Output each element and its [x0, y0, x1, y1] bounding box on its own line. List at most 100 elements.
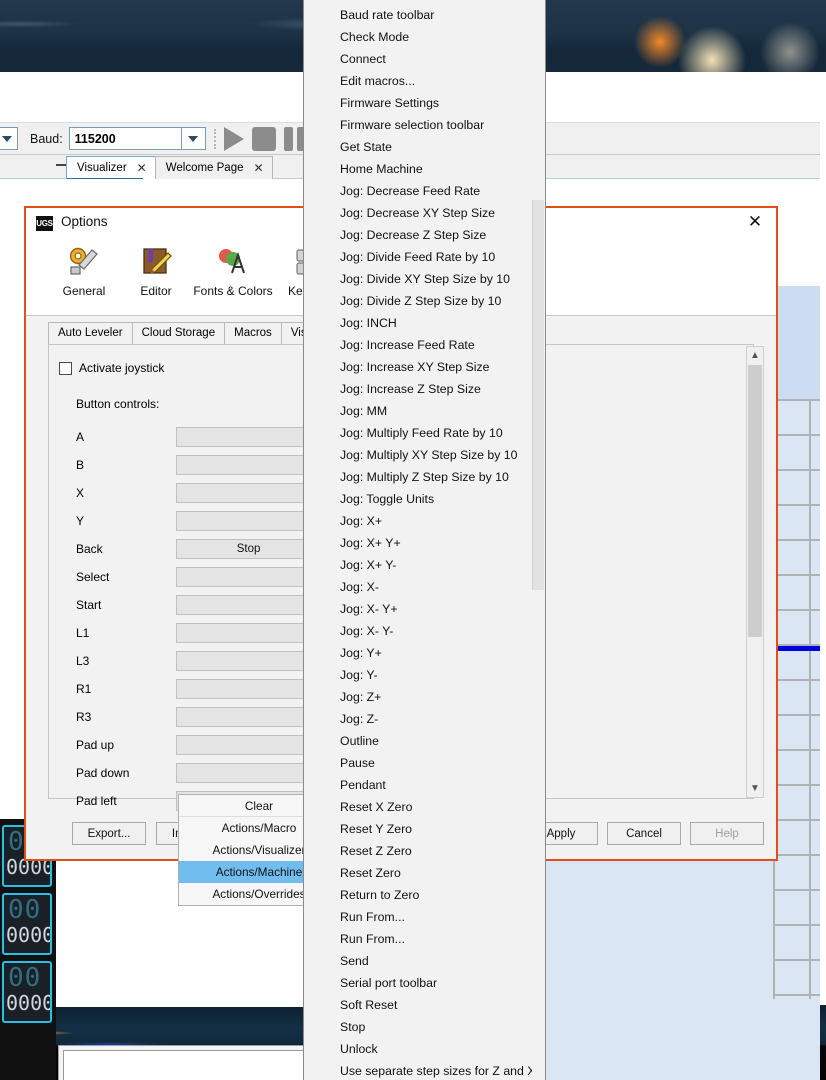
menu-item[interactable]: Jog: X- Y+ [304, 598, 545, 620]
port-select[interactable] [0, 127, 18, 150]
baud-dropdown-button[interactable] [182, 127, 206, 150]
control-binding[interactable] [176, 427, 321, 447]
menu-item[interactable]: Stop [304, 1016, 545, 1038]
actions-machine-menu[interactable]: Baud rate toolbarCheck ModeConnectEdit m… [303, 0, 546, 1080]
menu-item[interactable]: Pause [304, 752, 545, 774]
menu-item[interactable]: Jog: Divide XY Step Size by 10 [304, 268, 545, 290]
menu-item[interactable]: Use separate step sizes for Z and XY [304, 1060, 545, 1080]
control-binding[interactable] [176, 623, 321, 643]
menu-item[interactable]: Jog: Z+ [304, 686, 545, 708]
menu-item[interactable]: Run From... [304, 928, 545, 950]
menu-item[interactable]: Jog: Multiply XY Step Size by 10 [304, 444, 545, 466]
menu-item[interactable]: Jog: Z- [304, 708, 545, 730]
tab-welcome-page[interactable]: Welcome Page ✕ [155, 156, 273, 179]
menu-item[interactable]: Jog: Toggle Units [304, 488, 545, 510]
menu-item[interactable]: Jog: Decrease Z Step Size [304, 224, 545, 246]
category-fonts-colors[interactable]: Fonts & Colors [192, 238, 274, 298]
menu-item[interactable]: Reset X Zero [304, 796, 545, 818]
menu-item[interactable]: Connect [304, 48, 545, 70]
chevron-up-icon[interactable]: ▲ [747, 347, 763, 364]
activate-joystick-row[interactable]: Activate joystick [59, 361, 164, 375]
tab-visualizer[interactable]: Visualizer ✕ [66, 156, 156, 179]
menu-item[interactable]: Check Mode [304, 26, 545, 48]
menu-item[interactable]: Edit macros... [304, 70, 545, 92]
category-label: General [48, 284, 120, 298]
panel-scrollbar[interactable]: ▲ ▼ [746, 346, 764, 798]
stop-icon[interactable] [252, 127, 276, 151]
menu-item[interactable]: Jog: Y+ [304, 642, 545, 664]
control-binding[interactable]: Stop [176, 539, 321, 559]
close-icon[interactable]: ✕ [137, 161, 147, 175]
menu-item[interactable]: Jog: Multiply Feed Rate by 10 [304, 422, 545, 444]
category-editor[interactable]: Editor [120, 238, 192, 298]
control-name: Pad left [76, 794, 176, 808]
menu-item[interactable]: Jog: Increase XY Step Size [304, 356, 545, 378]
menu-item[interactable]: Jog: Multiply Z Step Size by 10 [304, 466, 545, 488]
control-binding[interactable] [176, 679, 321, 699]
menu-item[interactable]: Jog: X+ [304, 510, 545, 532]
tab-cloud-storage[interactable]: Cloud Storage [132, 322, 226, 344]
menu-item[interactable]: Jog: Decrease Feed Rate [304, 180, 545, 202]
control-name: X [76, 486, 176, 500]
menu-item[interactable]: Unlock [304, 1038, 545, 1060]
control-binding[interactable] [176, 455, 321, 475]
control-binding[interactable] [176, 511, 321, 531]
cancel-button[interactable]: Cancel [607, 822, 681, 845]
menu-item[interactable]: Serial port toolbar [304, 972, 545, 994]
activate-joystick-checkbox[interactable] [59, 362, 72, 375]
submenu-item-label: Clear [245, 795, 273, 817]
control-binding[interactable] [176, 735, 321, 755]
menu-item[interactable]: Pendant [304, 774, 545, 796]
menu-item[interactable]: Baud rate toolbar [304, 4, 545, 26]
scrollbar-thumb[interactable] [532, 200, 544, 590]
menu-item[interactable]: Outline [304, 730, 545, 752]
baud-value[interactable]: 115200 [69, 127, 182, 150]
menu-item[interactable]: Jog: Increase Feed Rate [304, 334, 545, 356]
menu-item[interactable]: Jog: X- Y- [304, 620, 545, 642]
menu-item[interactable]: Reset Z Zero [304, 840, 545, 862]
menu-item[interactable]: Jog: X- [304, 576, 545, 598]
control-binding[interactable] [176, 595, 321, 615]
menu-item[interactable]: Jog: INCH [304, 312, 545, 334]
menu-item[interactable]: Return to Zero [304, 884, 545, 906]
control-row-r3: R3 [76, 703, 321, 731]
chevron-down-icon[interactable]: ▼ [747, 780, 763, 797]
control-binding[interactable] [176, 763, 321, 783]
control-binding[interactable] [176, 707, 321, 727]
tab-macros[interactable]: Macros [224, 322, 282, 344]
category-general[interactable]: General [48, 238, 120, 298]
menu-item[interactable]: Reset Zero [304, 862, 545, 884]
control-binding[interactable] [176, 651, 321, 671]
control-row-x: X [76, 479, 321, 507]
close-icon[interactable]: ✕ [746, 213, 764, 231]
menu-item[interactable]: Soft Reset [304, 994, 545, 1016]
submenu-item-label: Actions/Machine [216, 861, 303, 883]
menu-item[interactable]: Send [304, 950, 545, 972]
control-row-l3: L3 [76, 647, 321, 675]
scrollbar-thumb[interactable] [748, 365, 762, 637]
control-row-l1: L1 [76, 619, 321, 647]
play-icon[interactable] [224, 127, 244, 151]
ugs-logo-icon: UGS [36, 216, 53, 231]
menu-item[interactable]: Home Machine [304, 158, 545, 180]
menu-item[interactable]: Jog: X+ Y+ [304, 532, 545, 554]
menu-item[interactable]: Jog: MM [304, 400, 545, 422]
menu-item[interactable]: Jog: Increase Z Step Size [304, 378, 545, 400]
control-row-r1: R1 [76, 675, 321, 703]
close-icon[interactable]: ✕ [254, 161, 264, 175]
menu-item[interactable]: Get State [304, 136, 545, 158]
menu-item[interactable]: Jog: Y- [304, 664, 545, 686]
control-binding[interactable] [176, 567, 321, 587]
menu-item[interactable]: Firmware Settings [304, 92, 545, 114]
menu-item[interactable]: Run From... [304, 906, 545, 928]
menu-item[interactable]: Jog: Divide Z Step Size by 10 [304, 290, 545, 312]
menu-item[interactable]: Reset Y Zero [304, 818, 545, 840]
menu-item[interactable]: Jog: Divide Feed Rate by 10 [304, 246, 545, 268]
menu-item[interactable]: Firmware selection toolbar [304, 114, 545, 136]
menu-item[interactable]: Jog: Decrease XY Step Size [304, 202, 545, 224]
control-binding[interactable] [176, 483, 321, 503]
menu-scrollbar[interactable] [532, 0, 544, 1080]
export-button[interactable]: Export... [72, 822, 146, 845]
menu-item[interactable]: Jog: X+ Y- [304, 554, 545, 576]
tab-auto-leveler[interactable]: Auto Leveler [48, 322, 133, 344]
